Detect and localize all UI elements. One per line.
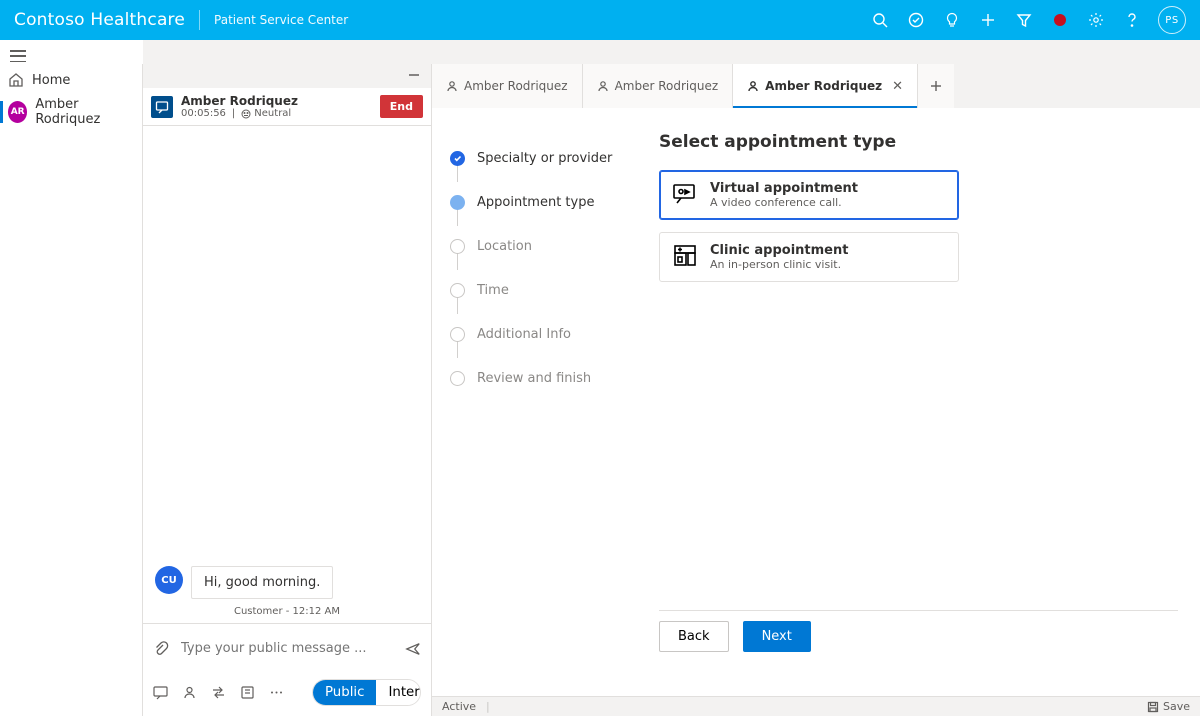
quick-reply-icon[interactable]	[153, 685, 168, 701]
tab-bar: Amber Rodriquez Amber Rodriquez Amber Ro…	[432, 64, 1200, 108]
brand-name: Contoso Healthcare	[14, 10, 185, 30]
end-session-button[interactable]: End	[380, 95, 423, 118]
appointment-option-desc: A video conference call.	[710, 196, 858, 209]
attachment-icon[interactable]	[153, 641, 169, 657]
virtual-appointment-icon	[672, 181, 698, 207]
chat-message-meta: Customer - 12:12 AM	[143, 606, 431, 617]
left-sidebar: Home AR Amber Rodriquez	[0, 64, 143, 716]
step-appointment-type[interactable]: Appointment type	[450, 180, 636, 224]
brand-divider	[199, 10, 200, 30]
patient-avatar-icon: AR	[8, 101, 27, 123]
tab-patient-3[interactable]: Amber Rodriquez ✕	[733, 64, 918, 108]
transfer-icon[interactable]	[211, 685, 226, 701]
back-button[interactable]: Back	[659, 621, 729, 652]
task-check-icon[interactable]	[906, 10, 926, 30]
more-icon[interactable]	[269, 685, 284, 701]
user-avatar[interactable]: PS	[1158, 6, 1186, 34]
record-indicator-icon[interactable]	[1054, 14, 1066, 26]
settings-gear-icon[interactable]	[1086, 10, 1106, 30]
status-bar: Active | Save	[432, 696, 1200, 716]
tab-patient-2[interactable]: Amber Rodriquez	[583, 64, 734, 108]
appointment-option-virtual[interactable]: Virtual appointment A video conference c…	[659, 170, 959, 220]
step-label: Location	[477, 239, 532, 254]
save-button[interactable]: Save	[1147, 700, 1190, 713]
step-label: Time	[477, 283, 509, 298]
session-title: Amber Rodriquez	[181, 94, 372, 108]
add-tab-button[interactable]	[918, 64, 954, 108]
sidebar-item-home[interactable]: Home	[0, 64, 142, 96]
appointment-option-title: Clinic appointment	[710, 243, 848, 258]
customer-avatar-icon: CU	[155, 566, 183, 594]
sidebar-item-label: Amber Rodriquez	[35, 97, 134, 127]
notes-icon[interactable]	[240, 685, 255, 701]
clinic-appointment-icon	[672, 243, 698, 269]
chat-transcript: CU Hi, good morning. Customer - 12:12 AM	[143, 126, 431, 623]
step-label: Review and finish	[477, 371, 591, 386]
appointment-option-clinic[interactable]: Clinic appointment An in-person clinic v…	[659, 232, 959, 282]
send-icon[interactable]	[405, 641, 421, 657]
wizard-title: Select appointment type	[659, 132, 1178, 152]
step-specialty[interactable]: Specialty or provider	[450, 136, 636, 180]
lightbulb-icon[interactable]	[942, 10, 962, 30]
workspace: Amber Rodriquez Amber Rodriquez Amber Ro…	[432, 40, 1200, 696]
step-label: Appointment type	[477, 195, 594, 210]
brand-area: Patient Service Center	[214, 13, 348, 27]
message-input[interactable]	[179, 640, 395, 657]
search-icon[interactable]	[870, 10, 890, 30]
chat-channel-icon	[151, 96, 173, 118]
chat-toolbar: Public Internal	[143, 673, 431, 716]
help-icon[interactable]	[1122, 10, 1142, 30]
step-location[interactable]: Location	[450, 224, 636, 268]
tab-label: Amber Rodriquez	[464, 79, 568, 93]
record-status: Active	[442, 700, 476, 713]
wizard-steps: Specialty or provider Appointment type L…	[432, 108, 637, 696]
home-icon	[8, 72, 24, 88]
toggle-public-button[interactable]: Public	[313, 680, 376, 705]
chat-input-row	[143, 623, 431, 673]
session-header: Amber Rodriquez 00:05:56 | Neutral End	[143, 88, 431, 126]
tab-label: Amber Rodriquez	[615, 79, 719, 93]
add-icon[interactable]	[978, 10, 998, 30]
next-button[interactable]: Next	[743, 621, 811, 652]
step-additional-info[interactable]: Additional Info	[450, 312, 636, 356]
visibility-toggle[interactable]: Public Internal	[312, 679, 421, 706]
panel-minimize-icon[interactable]	[407, 67, 421, 86]
sidebar-toggle-icon[interactable]	[10, 50, 26, 62]
tab-label: Amber Rodriquez	[765, 79, 882, 93]
session-timer: 00:05:56	[181, 108, 226, 119]
step-label: Additional Info	[477, 327, 571, 342]
step-time[interactable]: Time	[450, 268, 636, 312]
step-review[interactable]: Review and finish	[450, 356, 636, 400]
chat-message-text: Hi, good morning.	[191, 566, 333, 599]
sidebar-item-patient[interactable]: AR Amber Rodriquez	[0, 96, 142, 128]
toggle-internal-button[interactable]: Internal	[376, 680, 421, 705]
tab-patient-1[interactable]: Amber Rodriquez	[432, 64, 583, 108]
appointment-option-title: Virtual appointment	[710, 181, 858, 196]
filter-icon[interactable]	[1014, 10, 1034, 30]
consult-agent-icon[interactable]	[182, 685, 197, 701]
sidebar-item-label: Home	[32, 73, 70, 88]
step-label: Specialty or provider	[477, 151, 612, 166]
global-nav: Contoso Healthcare Patient Service Cente…	[0, 0, 1200, 40]
appointment-option-desc: An in-person clinic visit.	[710, 258, 848, 271]
appointment-wizard: Specialty or provider Appointment type L…	[432, 108, 1200, 696]
sentiment-badge: Neutral	[241, 108, 291, 119]
session-panel: Amber Rodriquez 00:05:56 | Neutral End C…	[143, 64, 432, 716]
close-tab-icon[interactable]: ✕	[892, 79, 903, 94]
